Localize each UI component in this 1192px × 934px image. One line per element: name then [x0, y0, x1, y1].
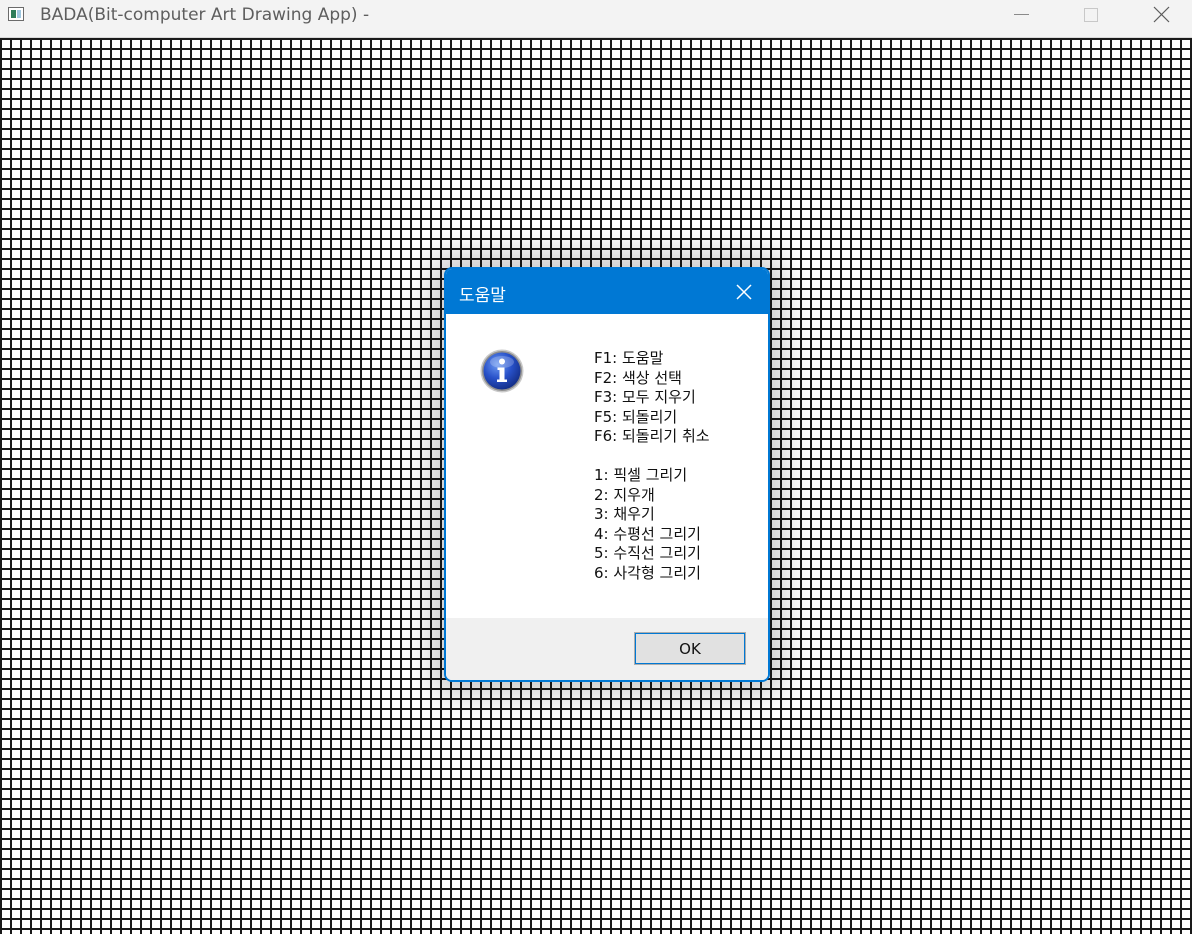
help-line-f5: F5: 되돌리기: [594, 407, 678, 426]
dialog-body: F1: 도움말 F2: 색상 선택 F3: 모두 지우기 F5: 되돌리기 F6…: [446, 314, 768, 618]
help-line-tool-3: 3: 채우기: [594, 505, 655, 523]
help-line-tool-4: 4: 수평선 그리기: [594, 524, 701, 543]
close-icon: [1153, 6, 1170, 23]
help-spacer: [594, 447, 710, 467]
info-icon: [479, 348, 525, 394]
dialog-title-bar[interactable]: 도움말: [446, 269, 768, 314]
window-title: BADA(Bit-computer Art Drawing App) -: [40, 5, 370, 25]
help-line-tool-1: 1: 픽셀 그리기: [594, 466, 688, 484]
dialog-close-button[interactable]: [728, 276, 760, 308]
help-text: F1: 도움말 F2: 색상 선택 F3: 모두 지우기 F5: 되돌리기 F6…: [594, 349, 710, 583]
minimize-button[interactable]: [998, 0, 1044, 30]
close-icon: [736, 284, 752, 300]
app-window: BADA(Bit-computer Art Drawing App) - 도움말: [0, 0, 1192, 934]
dialog-footer: OK: [446, 618, 768, 680]
help-line-tool-5: 5: 수직선 그리기: [594, 544, 701, 562]
ok-button[interactable]: OK: [634, 632, 746, 665]
window-close-button[interactable]: [1138, 0, 1184, 30]
help-line-tool-2: 2: 지우개: [594, 485, 655, 504]
title-bar[interactable]: BADA(Bit-computer Art Drawing App) -: [0, 0, 1192, 38]
app-icon: [8, 7, 24, 21]
help-dialog: 도움말 F1: 도움말 F2: 색상 선택 F3: 모두 지우기 F5: 되돌리…: [444, 267, 770, 682]
help-line-f1: F1: 도움말: [594, 349, 664, 367]
help-line-f3: F3: 모두 지우기: [594, 388, 696, 406]
maximize-icon: [1084, 8, 1098, 22]
minimize-icon: [1014, 14, 1029, 15]
help-line-f6: F6: 되돌리기 취소: [594, 427, 710, 445]
dialog-title: 도움말: [459, 286, 506, 306]
help-line-tool-6: 6: 사각형 그리기: [594, 563, 701, 582]
help-line-f2: F2: 색상 선택: [594, 368, 682, 387]
maximize-button[interactable]: [1068, 0, 1114, 30]
